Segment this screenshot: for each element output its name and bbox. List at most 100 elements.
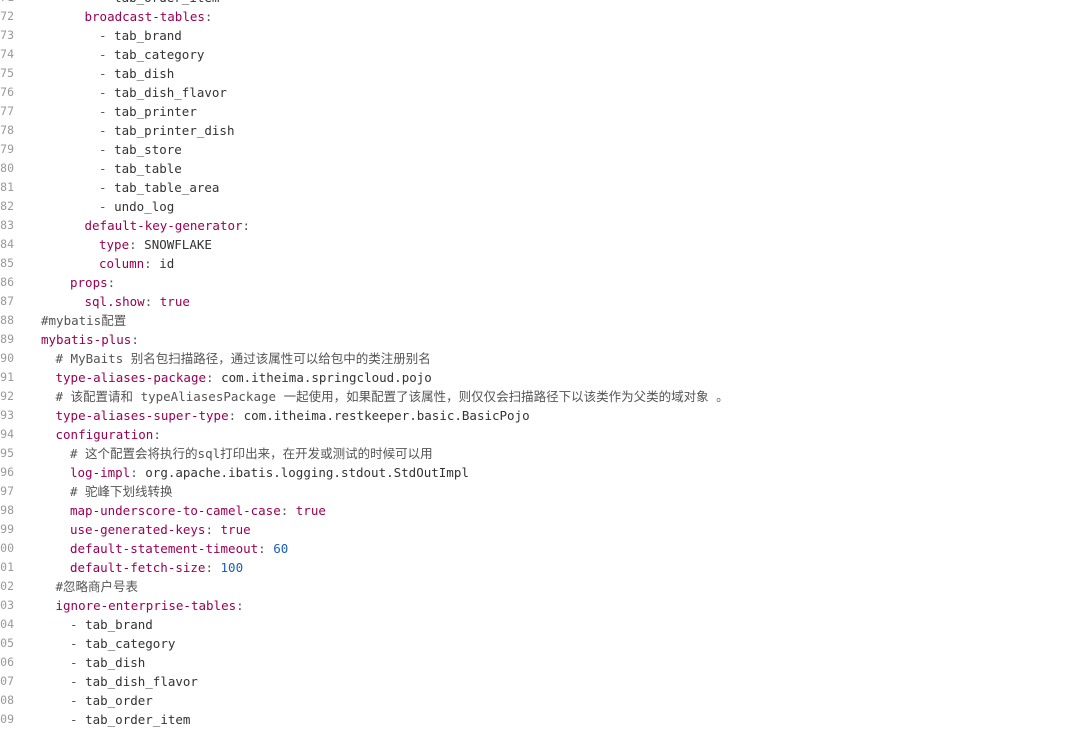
punctuation: : xyxy=(153,427,161,442)
line-number: 97 xyxy=(0,484,14,498)
code-line[interactable]: 93 type-aliases-super-type: com.itheima.r… xyxy=(0,406,1089,425)
code-line[interactable]: 78 - tab_printer_dish xyxy=(0,121,1089,140)
code-line[interactable]: 88 #mybatis配置 xyxy=(0,311,1089,330)
punctuation: : xyxy=(130,465,138,480)
line-number: 90 xyxy=(0,351,14,365)
list-item-value: tab_dish_flavor xyxy=(114,85,227,100)
line-number: 101 xyxy=(0,560,14,574)
code-line[interactable]: 81 - tab_table_area xyxy=(0,178,1089,197)
line-number: 88 xyxy=(0,313,14,327)
line-number: 106 xyxy=(0,655,14,669)
yaml-comment: # 该配置请和 typeAliasesPackage 一起使用，如果配置了该属性… xyxy=(55,389,729,404)
punctuation: : xyxy=(204,9,213,24)
code-line[interactable]: 89 mybatis-plus: xyxy=(0,330,1089,349)
code-line[interactable]: 99 use-generated-keys: true xyxy=(0,520,1089,539)
line-number: 95 xyxy=(0,446,14,460)
code-line[interactable]: 85 column: id xyxy=(0,254,1089,273)
line-number: 74 xyxy=(0,47,14,61)
punctuation: - xyxy=(70,712,86,727)
code-line[interactable]: 83 default-key-generator: xyxy=(0,216,1089,235)
code-line[interactable]: 105 - tab_category xyxy=(0,634,1089,653)
punctuation: - xyxy=(70,674,86,689)
line-content: configuration: xyxy=(56,425,161,444)
code-line[interactable]: 90 # MyBaits 别名包扫描路径，通过该属性可以给包中的类注册别名 xyxy=(0,349,1089,368)
list-item-value: tab_order_item xyxy=(85,712,191,727)
code-line[interactable]: 107 - tab_dish_flavor xyxy=(0,672,1089,691)
list-item-value: undo_log xyxy=(114,199,175,214)
code-line[interactable]: 98 map-underscore-to-camel-case: true xyxy=(0,501,1089,520)
yaml-comment: # 驼峰下划线转换 xyxy=(70,484,173,499)
punctuation: : xyxy=(131,332,139,347)
line-content: # MyBaits 别名包扫描路径，通过该属性可以给包中的类注册别名 xyxy=(56,349,431,368)
code-line[interactable]: 92 # 该配置请和 typeAliasesPackage 一起使用，如果配置了该… xyxy=(0,387,1089,406)
line-number: 80 xyxy=(0,161,14,175)
code-line[interactable]: 106 - tab_dish xyxy=(0,653,1089,672)
line-content: type-aliases-package: com.itheima.spring… xyxy=(56,368,432,387)
code-line[interactable]: 94 configuration: xyxy=(0,425,1089,444)
list-item-value: tab_category xyxy=(85,636,176,651)
code-line[interactable]: 79 - tab_store xyxy=(0,140,1089,159)
code-line[interactable]: 96 log-impl: org.apache.ibatis.logging.st… xyxy=(0,463,1089,482)
list-item-value: tab_order xyxy=(85,693,153,708)
code-line[interactable]: 77 - tab_printer xyxy=(0,102,1089,121)
code-line[interactable]: 73 - tab_brand xyxy=(0,26,1089,45)
yaml-key: default-key-generator xyxy=(84,218,243,233)
line-number: 82 xyxy=(0,199,14,213)
code-line[interactable]: 97 # 驼峰下划线转换 xyxy=(0,482,1089,501)
punctuation xyxy=(213,522,221,537)
code-line[interactable]: 108 - tab_order xyxy=(0,691,1089,710)
punctuation: : xyxy=(242,218,251,233)
line-number: 75 xyxy=(0,66,14,80)
code-line[interactable]: 91 type-aliases-package: com.itheima.spri… xyxy=(0,368,1089,387)
code-line[interactable]: 86 props: xyxy=(0,273,1089,292)
code-line[interactable]: 101 default-fetch-size: 100 xyxy=(0,558,1089,577)
list-item-value: tab_category xyxy=(114,47,205,62)
code-line[interactable]: 75 - tab_dish xyxy=(0,64,1089,83)
code-line[interactable]: 80 - tab_table xyxy=(0,159,1089,178)
line-content: - tab_order xyxy=(70,691,153,710)
punctuation: - xyxy=(99,28,115,43)
code-line[interactable]: 72 broadcast-tables: xyxy=(0,7,1089,26)
code-line[interactable]: 109 - tab_order_item xyxy=(0,710,1089,729)
code-line[interactable]: 84 type: SNOWFLAKE xyxy=(0,235,1089,254)
line-content: log-impl: org.apache.ibatis.logging.stdo… xyxy=(70,463,469,482)
punctuation xyxy=(213,560,221,575)
list-item-value: tab_store xyxy=(114,142,182,157)
code-line[interactable]: 87 sql.show: true xyxy=(0,292,1089,311)
code-line[interactable]: 104 - tab_brand xyxy=(0,615,1089,634)
list-item-value: tab_order_item xyxy=(114,0,219,5)
line-content: # 这个配置会将执行的sql打印出来，在开发或测试的时候可以用 xyxy=(70,444,433,463)
line-number: 81 xyxy=(0,180,14,194)
punctuation: - xyxy=(99,180,115,195)
code-line[interactable]: 100 default-statement-timeout: 60 xyxy=(0,539,1089,558)
code-line[interactable]: 74 - tab_category xyxy=(0,45,1089,64)
yaml-key: configuration xyxy=(55,427,154,442)
punctuation: : xyxy=(129,237,137,252)
yaml-key: type-aliases-package xyxy=(55,370,207,385)
code-line[interactable]: 95 # 这个配置会将执行的sql打印出来，在开发或测试的时候可以用 xyxy=(0,444,1089,463)
line-number: 87 xyxy=(0,294,14,308)
punctuation: - xyxy=(70,636,86,651)
yaml-value: com.itheima.springcloud.pojo xyxy=(221,370,432,385)
line-content: type: SNOWFLAKE xyxy=(99,235,212,254)
yaml-value: SNOWFLAKE xyxy=(144,237,212,252)
punctuation: : xyxy=(144,256,152,271)
yaml-key: sql.show xyxy=(84,294,145,309)
list-item-value: tab_table_area xyxy=(114,180,220,195)
line-number: 72 xyxy=(0,9,14,23)
line-content: - tab_order_item xyxy=(70,710,190,729)
punctuation: - xyxy=(99,142,115,157)
line-content: - tab_table_area xyxy=(99,178,219,197)
list-item-value: tab_table xyxy=(114,161,182,176)
code-line[interactable]: 103 ignore-enterprise-tables: xyxy=(0,596,1089,615)
code-line[interactable]: 82 - undo_log xyxy=(0,197,1089,216)
code-editor[interactable]: 71 - tab_order_item 72 broadcast-tables: 73 -… xyxy=(0,0,1089,733)
punctuation xyxy=(214,370,222,385)
code-line[interactable]: 102 #忽略商户号表 xyxy=(0,577,1089,596)
code-line[interactable]: 71 - tab_order_item xyxy=(0,0,1089,7)
code-line[interactable]: 76 - tab_dish_flavor xyxy=(0,83,1089,102)
line-content: - tab_dish xyxy=(99,64,174,83)
line-content: - tab_dish_flavor xyxy=(70,672,198,691)
line-number: 100 xyxy=(0,541,14,555)
punctuation: - xyxy=(70,617,86,632)
